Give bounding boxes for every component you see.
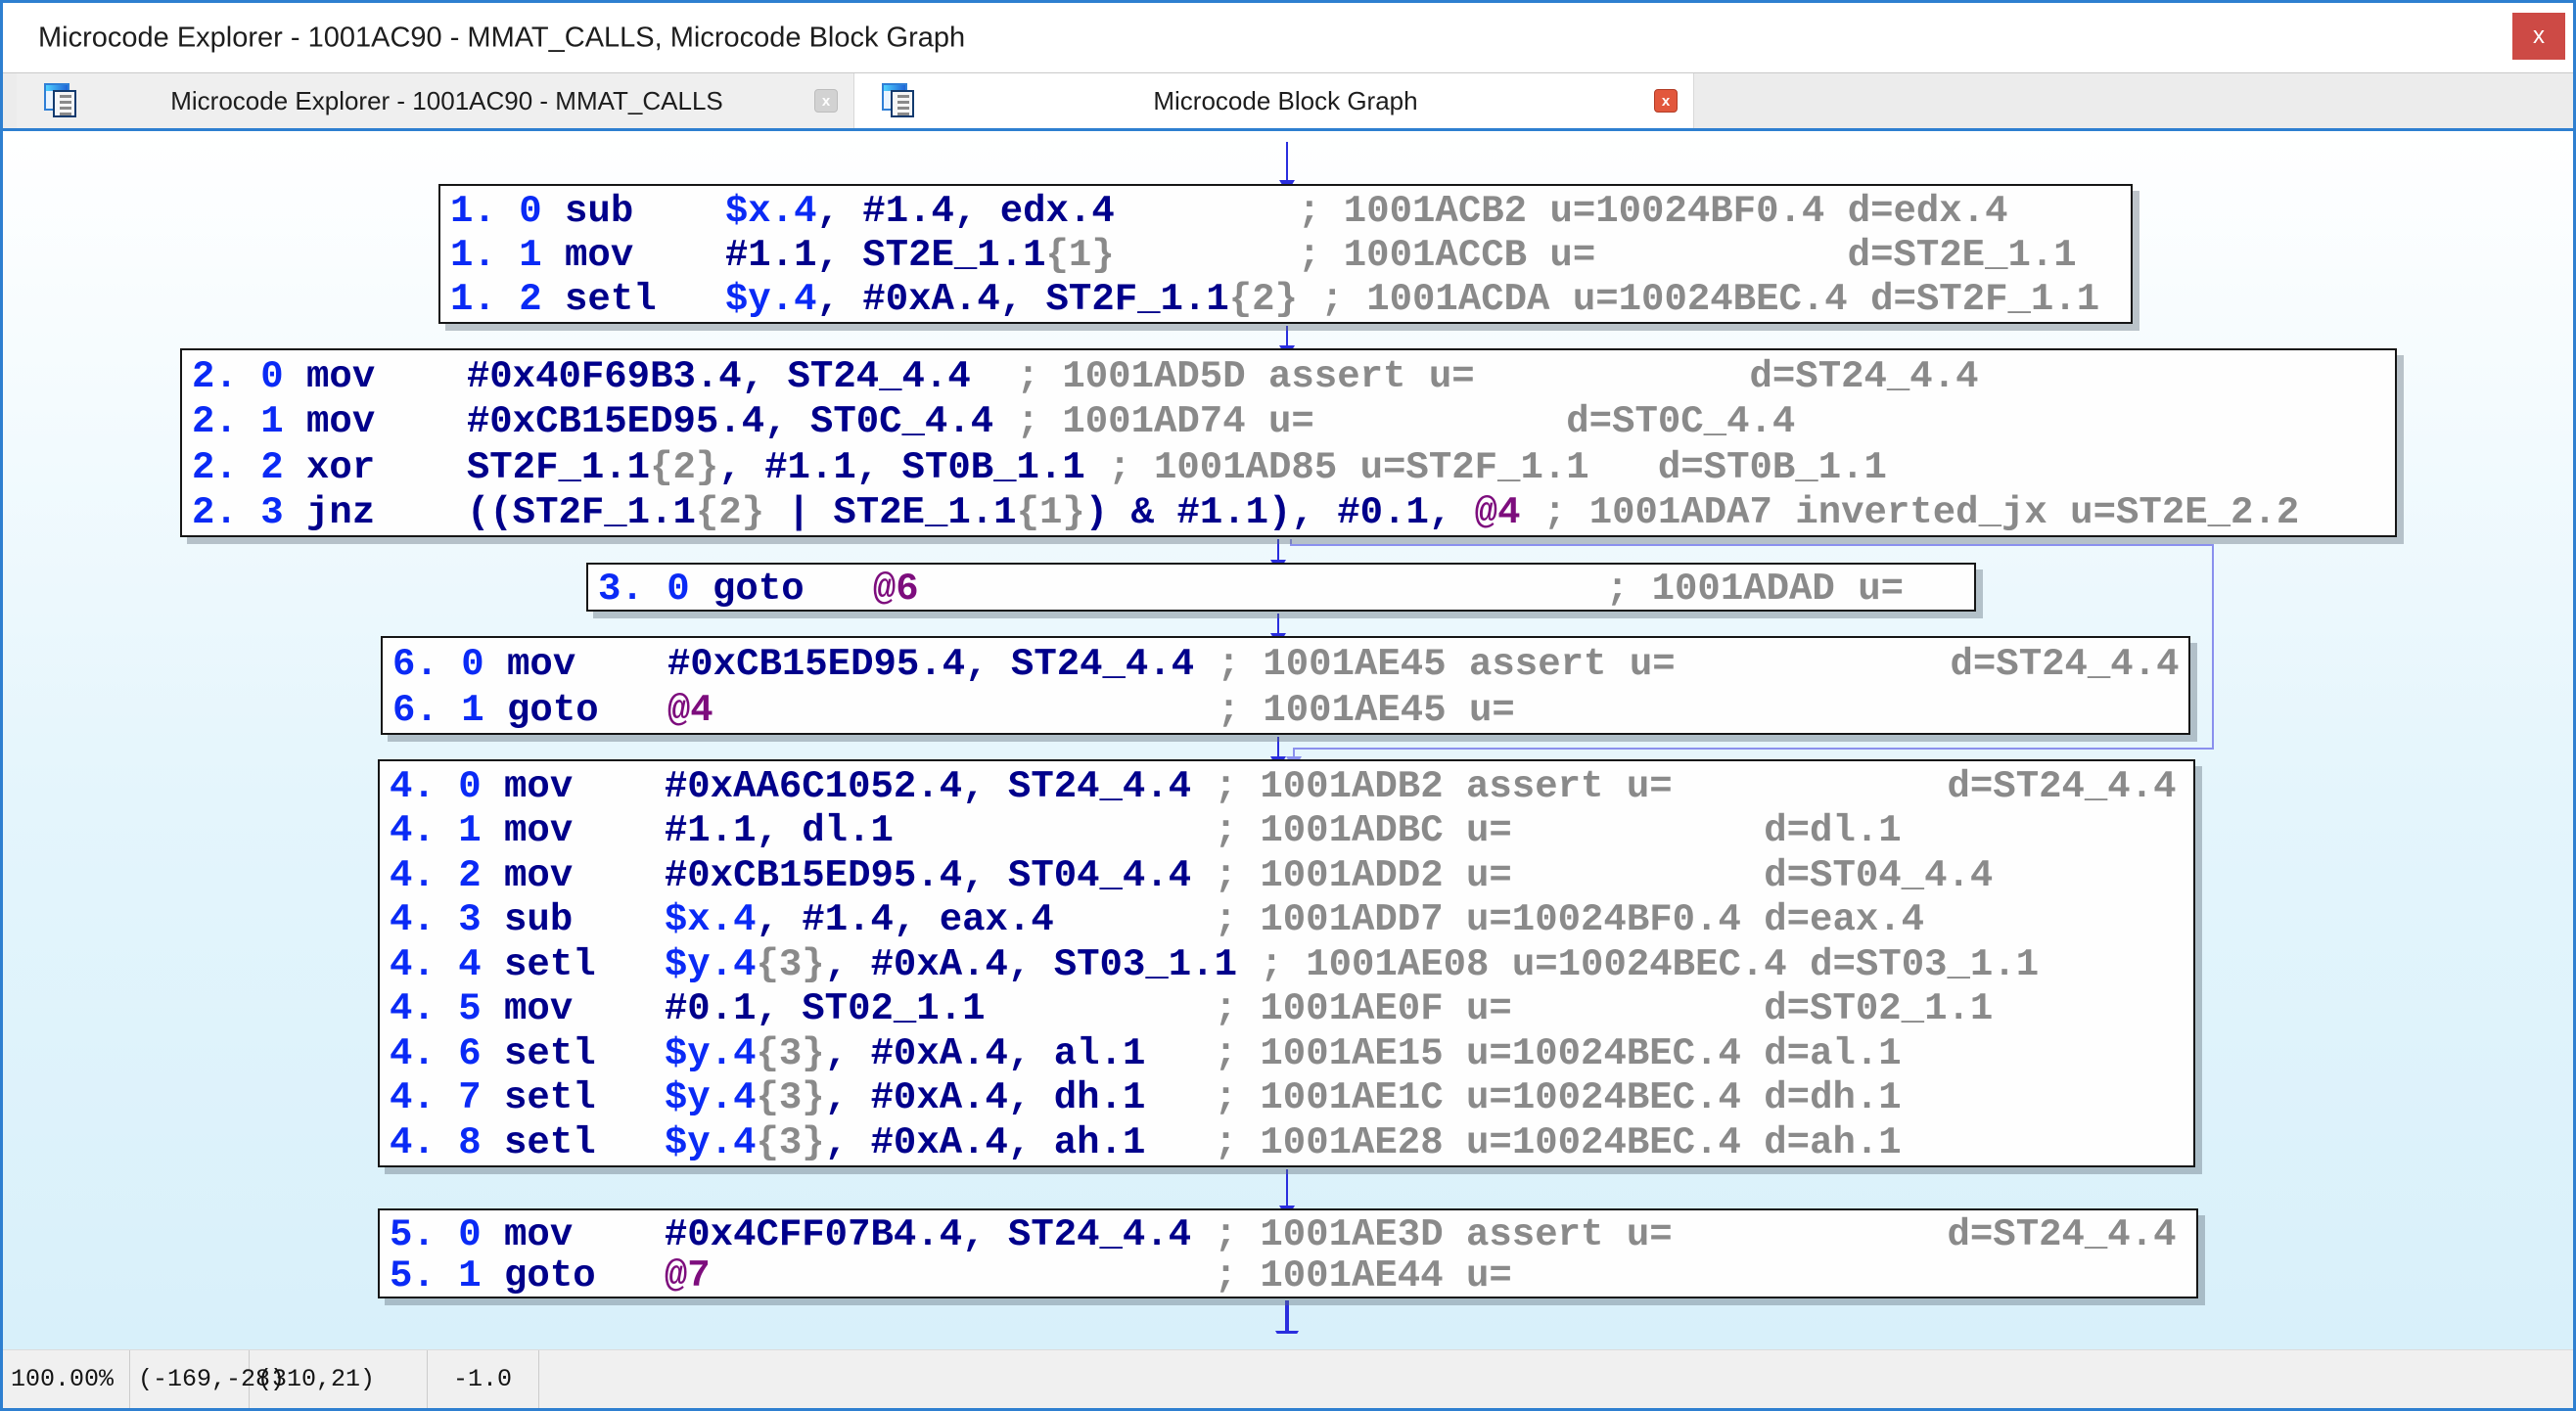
microcode-block-1[interactable]: 1. 0 sub $x.4, #1.4, edx.4 ; 1001ACB2 u=… [438,184,2133,324]
arrowhead-icon [1275,1331,1299,1334]
code-line: 3. 0 goto @6 ; 1001ADAD u= [598,569,1974,610]
code-line: 4. 6 setl $y.4{3}, #0xA.4, al.1 ; 1001AE… [390,1032,2193,1076]
microcode-block-3[interactable]: 3. 0 goto @6 ; 1001ADAD u= [586,563,1976,612]
status-bar: 100.00% (-169,-28) (310,21) -1.0 [3,1349,2573,1408]
code-line: 4. 7 setl $y.4{3}, #0xA.4, dh.1 ; 1001AE… [390,1076,2193,1120]
document-icon [44,83,79,118]
microcode-block-5[interactable]: 5. 0 mov #0x4CFF07B4.4, ST24_4.4 ; 1001A… [378,1208,2198,1298]
status-cursor-coords: (310,21) [250,1350,428,1408]
code-line: 4. 5 mov #0.1, ST02_1.1 ; 1001AE0F u= d=… [390,987,2193,1031]
title-bar: Microcode Explorer - 1001AC90 - MMAT_CAL… [3,3,2573,73]
status-zoom: 100.00% [3,1350,130,1408]
code-line: 1. 0 sub $x.4, #1.4, edx.4 ; 1001ACB2 u=… [450,190,2131,234]
microcode-block-2[interactable]: 2. 0 mov #0x40F69B3.4, ST24_4.4 ; 1001AD… [180,348,2397,537]
microcode-block-6[interactable]: 6. 0 mov #0xCB15ED95.4, ST24_4.4 ; 1001A… [381,636,2190,735]
tab-microcode-explorer[interactable]: Microcode Explorer - 1001AC90 - MMAT_CAL… [17,73,854,128]
microcode-block-4[interactable]: 4. 0 mov #0xAA6C1052.4, ST24_4.4 ; 1001A… [378,759,2195,1167]
code-line: 4. 3 sub $x.4, #1.4, eax.4 ; 1001ADD7 u=… [390,898,2193,942]
code-line: 1. 2 setl $y.4, #0xA.4, ST2F_1.1{2} ; 10… [450,278,2131,322]
code-line: 5. 0 mov #0x4CFF07B4.4, ST24_4.4 ; 1001A… [390,1214,2196,1255]
window-title: Microcode Explorer - 1001AC90 - MMAT_CAL… [38,22,965,54]
tab-microcode-block-graph[interactable]: Microcode Block Graph x [854,73,1694,128]
tab-close-icon[interactable]: x [814,89,838,113]
code-line: 2. 0 mov #0x40F69B3.4, ST24_4.4 ; 1001AD… [192,354,2395,399]
tab-label: Microcode Explorer - 1001AC90 - MMAT_CAL… [79,86,814,116]
code-line: 4. 4 setl $y.4{3}, #0xA.4, ST03_1.1 ; 10… [390,943,2193,987]
document-icon [882,83,917,118]
app-window: Microcode Explorer - 1001AC90 - MMAT_CAL… [0,0,2576,1411]
code-line: 4. 2 mov #0xCB15ED95.4, ST04_4.4 ; 1001A… [390,854,2193,898]
code-line: 2. 3 jnz ((ST2F_1.1{2} | ST2E_1.1{1}) & … [192,490,2395,535]
graph-canvas[interactable]: 1. 0 sub $x.4, #1.4, edx.4 ; 1001ACB2 u=… [3,131,2573,1349]
code-line: 5. 1 goto @7 ; 1001AE44 u= [390,1255,2196,1297]
code-line: 4. 1 mov #1.1, dl.1 ; 1001ADBC u= d=dl.1 [390,809,2193,853]
tab-close-icon[interactable]: x [1654,89,1678,113]
code-line: 4. 0 mov #0xAA6C1052.4, ST24_4.4 ; 1001A… [390,765,2193,809]
code-line: 1. 1 mov #1.1, ST2E_1.1{1} ; 1001ACCB u=… [450,234,2131,278]
status-origin-coords: (-169,-28) [130,1350,250,1408]
status-node-id: -1.0 [428,1350,539,1408]
code-line: 2. 2 xor ST2F_1.1{2}, #1.1, ST0B_1.1 ; 1… [192,445,2395,490]
tab-strip: Microcode Explorer - 1001AC90 - MMAT_CAL… [3,73,2573,131]
code-line: 2. 1 mov #0xCB15ED95.4, ST0C_4.4 ; 1001A… [192,399,2395,444]
window-close-button[interactable]: x [2512,13,2565,60]
code-line: 4. 8 setl $y.4{3}, #0xA.4, ah.1 ; 1001AE… [390,1121,2193,1165]
code-line: 6. 0 mov #0xCB15ED95.4, ST24_4.4 ; 1001A… [392,642,2188,688]
code-line: 6. 1 goto @4 ; 1001AE45 u= [392,688,2188,734]
tab-label: Microcode Block Graph [917,86,1654,116]
